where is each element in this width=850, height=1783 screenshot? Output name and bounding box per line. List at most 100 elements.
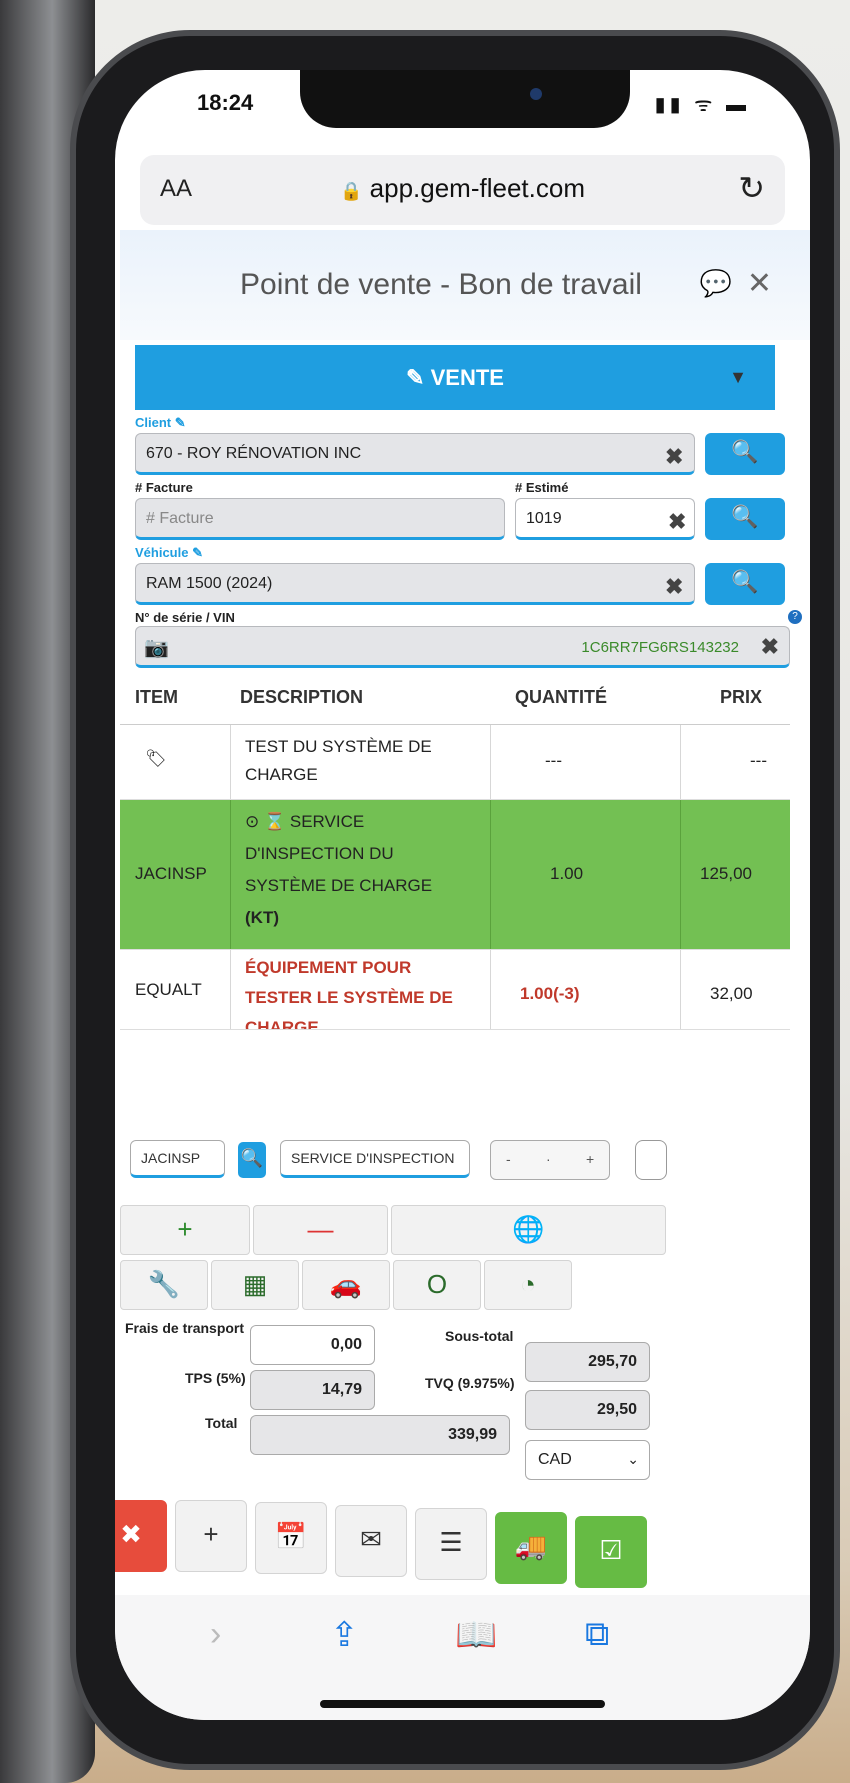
soustotal-field: 295,70: [525, 1342, 650, 1382]
truck-button[interactable]: 🚚: [495, 1512, 567, 1584]
tag-icon: 🏷: [145, 749, 167, 768]
table-header: ITEM DESCRIPTION QUANTITÉ PRIX: [120, 675, 790, 725]
soustotal-label: Sous-total: [445, 1328, 514, 1344]
quantity-stepper[interactable]: - · +: [490, 1140, 610, 1180]
row-price: 32,00: [710, 984, 753, 1003]
circle-icon[interactable]: O: [393, 1260, 481, 1310]
forward-icon[interactable]: ›: [210, 1615, 221, 1654]
row-price: 125,00: [700, 864, 752, 883]
client-field[interactable]: 670 - ROY RÉNOVATION INC: [135, 433, 695, 475]
total-label: Total: [205, 1415, 238, 1431]
wrench-icon[interactable]: 🔧: [120, 1260, 208, 1310]
row-price: ---: [750, 751, 767, 770]
clear-client-icon[interactable]: ✖: [665, 444, 683, 470]
chevron-down-icon: ⌄: [627, 1451, 639, 1467]
row-desc-line: ⊙ ⌛ SERVICE: [245, 812, 365, 831]
app-header: Point de vente - Bon de travail 💬 ✕: [120, 230, 810, 340]
share-icon[interactable]: ⇪: [330, 1615, 359, 1655]
bookmarks-icon[interactable]: 📖: [455, 1615, 497, 1655]
grid-icon[interactable]: ▦: [211, 1260, 299, 1310]
reload-icon[interactable]: ↻: [738, 169, 765, 207]
transport-label: Frais de transport: [125, 1320, 245, 1336]
page-title: Point de vente - Bon de travail: [240, 268, 642, 301]
mode-label: ✎ VENTE: [406, 365, 504, 390]
add-button[interactable]: +: [175, 1500, 247, 1572]
clear-vehicule-icon[interactable]: ✖: [665, 574, 683, 600]
help-icon[interactable]: ?: [788, 610, 802, 624]
item-code-input[interactable]: JACINSP: [130, 1140, 225, 1178]
table-row[interactable]: EQUALT ÉQUIPEMENT POUR TESTER LE SYSTÈME…: [120, 950, 790, 1030]
car-icon[interactable]: 🚗: [302, 1260, 390, 1310]
vin-value: 1C6RR7FG6RS143232: [581, 639, 739, 656]
tvq-field: 29,50: [525, 1390, 650, 1430]
client-label[interactable]: Client ✎: [135, 415, 186, 431]
cancel-button[interactable]: ✖: [115, 1500, 167, 1572]
list-button[interactable]: ☰: [415, 1508, 487, 1580]
address-bar[interactable]: AA 🔒 app.gem-fleet.com ↻: [140, 155, 785, 225]
item-desc-input[interactable]: SERVICE D'INSPECTION: [280, 1140, 470, 1178]
home-indicator: [320, 1700, 605, 1708]
col-prix[interactable]: PRIX: [720, 687, 762, 708]
globe-button[interactable]: 🌐: [391, 1205, 666, 1255]
camera-icon[interactable]: 📷: [144, 635, 169, 660]
remove-line-button[interactable]: —: [253, 1205, 388, 1255]
tvq-label: TVQ (9.975%): [425, 1375, 515, 1391]
table-row[interactable]: JACINSP ⊙ ⌛ SERVICE D'INSPECTION DU SYST…: [120, 800, 790, 950]
mode-dropdown[interactable]: ✎ VENTE ▼: [135, 345, 775, 410]
facture-field[interactable]: # Facture: [135, 498, 505, 540]
tabs-icon[interactable]: ⧉: [585, 1615, 609, 1654]
col-quantite[interactable]: QUANTITÉ: [515, 687, 607, 708]
row-desc-line: ÉQUIPEMENT POUR: [245, 958, 412, 977]
transport-field[interactable]: 0,00: [250, 1325, 375, 1365]
client-search-button[interactable]: 🔍: [705, 433, 785, 475]
vehicule-search-button[interactable]: 🔍: [705, 563, 785, 605]
vin-label: N° de série / VIN: [135, 610, 235, 625]
notch: [300, 70, 630, 128]
clear-estime-icon[interactable]: ✖: [668, 509, 686, 535]
status-time: 18:24: [197, 90, 254, 115]
total-field: 339,99: [250, 1415, 510, 1455]
table-row[interactable]: 🏷 TEST DU SYSTÈME DE CHARGE --- ---: [120, 725, 790, 800]
facture-label: # Facture: [135, 480, 193, 495]
confirm-button[interactable]: ☑: [575, 1516, 647, 1588]
vehicule-field[interactable]: RAM 1500 (2024): [135, 563, 695, 605]
close-icon[interactable]: ✕: [747, 266, 772, 301]
tps-label: TPS (5%): [185, 1370, 246, 1386]
col-description[interactable]: DESCRIPTION: [240, 687, 363, 708]
gauge-icon[interactable]: ◔: [484, 1260, 572, 1310]
currency-select[interactable]: CAD ⌄: [525, 1440, 650, 1480]
estime-label: # Estimé: [515, 480, 569, 495]
col-item[interactable]: ITEM: [135, 687, 178, 708]
tps-field: 14,79: [250, 1370, 375, 1410]
estime-search-button[interactable]: 🔍: [705, 498, 785, 540]
url-text[interactable]: 🔒 app.gem-fleet.com: [140, 173, 785, 204]
row-item: JACINSP: [135, 864, 207, 883]
add-line-button[interactable]: +: [120, 1205, 250, 1255]
row-qty: 1.00: [550, 864, 584, 883]
row-item: EQUALT: [135, 980, 202, 999]
decrement-button[interactable]: -: [506, 1151, 511, 1167]
vehicule-label[interactable]: Véhicule ✎: [135, 545, 203, 561]
camera-dot: [530, 88, 542, 100]
row-desc-line: CHARGE: [245, 1018, 319, 1030]
url-label: app.gem-fleet.com: [369, 173, 585, 203]
row-desc-line: D'INSPECTION DU: [245, 844, 394, 863]
vin-field[interactable]: 📷 1C6RR7FG6RS143232 ✖: [135, 626, 790, 668]
calendar-button[interactable]: 📅: [255, 1502, 327, 1574]
item-search-button[interactable]: 🔍: [238, 1142, 266, 1178]
clear-vin-icon[interactable]: ✖: [761, 634, 779, 660]
row-desc-line: (KT): [245, 908, 279, 927]
row-desc-line: TESTER LE SYSTÈME DE: [245, 988, 453, 1007]
currency-value: CAD: [538, 1451, 572, 1468]
mail-button[interactable]: ✉: [335, 1505, 407, 1577]
row-desc-line: TEST DU SYSTÈME DE: [245, 737, 432, 756]
lock-icon: 🔒: [340, 181, 363, 201]
increment-button[interactable]: +: [586, 1151, 594, 1167]
items-table: ITEM DESCRIPTION QUANTITÉ PRIX 🏷 TEST DU…: [120, 675, 790, 1030]
phone-screen: 18:24 ▮▮ ᯤ ▬ AA 🔒 app.gem-fleet.com ↻ Po…: [115, 70, 810, 1720]
stepper-value: ·: [546, 1151, 551, 1167]
item-checkbox[interactable]: [635, 1140, 667, 1180]
status-icons: ▮▮ ᯤ ▬: [654, 94, 750, 116]
row-desc-line: CHARGE: [245, 765, 318, 784]
chat-icon[interactable]: 💬: [700, 268, 732, 299]
